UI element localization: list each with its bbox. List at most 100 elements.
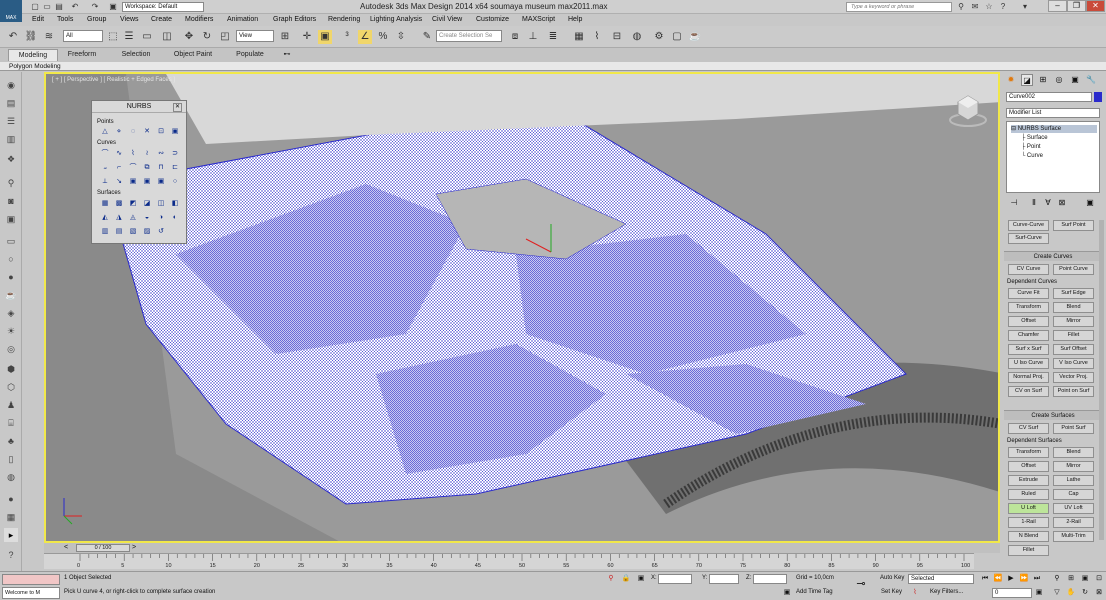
- new-file-icon[interactable]: ▢: [30, 2, 40, 12]
- offset-surface-icon[interactable]: ◫: [156, 199, 166, 209]
- bind-spacewarp-icon[interactable]: ≋: [42, 30, 56, 44]
- undo-icon[interactable]: ↶: [70, 2, 80, 12]
- lathe-surface-icon[interactable]: ◮: [114, 213, 124, 223]
- menu-lighting-analysis[interactable]: Lighting Analysis: [370, 15, 422, 25]
- dep-curve-button[interactable]: Mirror: [1053, 316, 1094, 327]
- dep-curve-button[interactable]: Surf Edge: [1053, 288, 1094, 299]
- fillet-surface-icon[interactable]: ↺: [156, 227, 166, 237]
- cv-surface-icon[interactable]: ▦: [100, 199, 110, 209]
- go-to-end-icon[interactable]: ⏭: [1032, 574, 1042, 584]
- make-unique-icon[interactable]: ∀: [1042, 197, 1054, 209]
- scale-icon[interactable]: ◰: [218, 30, 232, 44]
- teapot-icon[interactable]: ☕: [4, 288, 18, 302]
- door-icon[interactable]: ▯: [4, 452, 18, 466]
- rect-region-icon[interactable]: ▭: [140, 30, 154, 44]
- pin-stack-icon[interactable]: ⊣: [1008, 197, 1020, 209]
- help-search-input[interactable]: Type a keyword or phrase: [846, 2, 952, 12]
- dep-curve-button[interactable]: Transform: [1008, 302, 1049, 313]
- menu-edit[interactable]: Edit: [32, 15, 44, 25]
- window-crossing-icon[interactable]: ◫: [160, 30, 174, 44]
- default-in-out-icon[interactable]: ⌇: [910, 588, 920, 598]
- fit-curve-icon[interactable]: ⌇: [128, 149, 138, 159]
- absolute-mode-icon[interactable]: ▣: [636, 574, 646, 584]
- box-icon[interactable]: ▭: [4, 234, 18, 248]
- dep-surface-button[interactable]: N Blend: [1008, 531, 1049, 542]
- command-panel-scrollbar[interactable]: [1099, 220, 1104, 540]
- tab-object-paint[interactable]: Object Paint: [170, 49, 216, 61]
- camera-icon[interactable]: ◙: [4, 194, 18, 208]
- menu-create[interactable]: Create: [151, 15, 172, 25]
- y-coord-field[interactable]: [709, 574, 739, 584]
- save-file-icon[interactable]: ▤: [54, 2, 64, 12]
- keyboard-shortcut-icon[interactable]: ▣: [318, 30, 332, 44]
- dep-curve-button[interactable]: Offset: [1008, 316, 1049, 327]
- mirror-curve-icon[interactable]: ⟓: [100, 163, 110, 173]
- curve-curve-button[interactable]: Curve-Curve: [1008, 220, 1049, 231]
- selection-filter-dropdown[interactable]: All: [63, 30, 103, 42]
- stack-item-nurbs-surface[interactable]: ⊟ NURBS Surface: [1011, 125, 1097, 133]
- object-name-field[interactable]: Curve002: [1006, 92, 1092, 102]
- person-icon[interactable]: ♟: [4, 398, 18, 412]
- point-curve-icon[interactable]: ∿: [114, 149, 124, 159]
- orbit-icon[interactable]: ↻: [1080, 588, 1090, 598]
- info-dropdown-icon[interactable]: ▾: [1020, 2, 1030, 12]
- dep-curve-button[interactable]: Surf Offset: [1053, 344, 1094, 355]
- add-time-tag-icon[interactable]: ▣: [782, 588, 792, 598]
- dep-surface-button[interactable]: 2-Rail: [1053, 517, 1094, 528]
- rendered-frame-icon[interactable]: ▢: [670, 30, 684, 44]
- menu-maxscript[interactable]: MAXScript: [522, 15, 555, 25]
- play-icon[interactable]: ▶: [1006, 574, 1016, 584]
- angle-snap-icon[interactable]: ∠: [358, 30, 372, 44]
- cap-surface-icon[interactable]: ◒: [142, 213, 152, 223]
- menu-views[interactable]: Views: [120, 15, 139, 25]
- select-by-name-icon[interactable]: ☰: [122, 30, 136, 44]
- help-left-icon[interactable]: ?: [4, 548, 18, 562]
- dep-surface-button[interactable]: Blend: [1053, 447, 1094, 458]
- key-filters-button[interactable]: Key Filters...: [930, 588, 963, 597]
- dep-surface-button[interactable]: UV Loft: [1053, 503, 1094, 514]
- binoculars-icon[interactable]: ⚲: [956, 2, 966, 12]
- ball-icon[interactable]: ●: [4, 492, 18, 506]
- modify-tab-icon[interactable]: ◪: [1021, 74, 1033, 86]
- menu-customize[interactable]: Customize: [476, 15, 509, 25]
- hold-icon[interactable]: ▣: [108, 2, 118, 12]
- blend-curve-icon[interactable]: ∾: [156, 149, 166, 159]
- stack-item-curve[interactable]: └ Curve: [1021, 152, 1043, 160]
- help-icon[interactable]: ?: [998, 2, 1008, 12]
- named-selection-input[interactable]: Create Selection Se: [436, 30, 502, 42]
- time-config-icon[interactable]: ▣: [1034, 588, 1044, 598]
- dep-curve-button[interactable]: CV on Surf: [1008, 386, 1049, 397]
- z-coord-field[interactable]: [753, 574, 787, 584]
- dep-surface-button[interactable]: Lathe: [1053, 475, 1094, 486]
- prev-frame-icon[interactable]: <: [64, 543, 68, 553]
- mirror-surface-icon[interactable]: ◧: [170, 199, 180, 209]
- dep-surface-button[interactable]: Extrude: [1008, 475, 1049, 486]
- tree-icon[interactable]: ♣: [4, 434, 18, 448]
- menu-modifiers[interactable]: Modifiers: [185, 15, 213, 25]
- undo-toolbar-icon[interactable]: ↶: [6, 30, 20, 44]
- sphere-icon[interactable]: ●: [4, 270, 18, 284]
- offset-curve-icon[interactable]: ⊃: [170, 149, 180, 159]
- select-object-icon[interactable]: ⬚: [106, 30, 120, 44]
- dep-curve-button[interactable]: Point on Surf: [1053, 386, 1094, 397]
- minimize-button[interactable]: –: [1048, 0, 1067, 12]
- key-mode-dropdown[interactable]: Selected: [908, 574, 974, 584]
- track-bar[interactable]: 0 5 10 15 20 25 30 35 40 45 50 55 60 65 70 75 80 85 90 95 10…: [44, 553, 974, 569]
- point-surface-icon[interactable]: ▩: [114, 199, 124, 209]
- open-file-icon[interactable]: ▭: [42, 2, 52, 12]
- dep-surface-button[interactable]: Transform: [1008, 447, 1049, 458]
- dep-curve-button[interactable]: Blend: [1053, 302, 1094, 313]
- modifier-icon[interactable]: ⬡: [4, 380, 18, 394]
- surf-surf-curve-icon[interactable]: ⧉: [142, 163, 152, 173]
- material-editor-icon[interactable]: ◍: [630, 30, 644, 44]
- lock-selection-icon[interactable]: 🔒: [621, 574, 631, 584]
- surf-offset-curve-icon[interactable]: ▣: [156, 177, 166, 187]
- stairs-icon[interactable]: ⌸: [4, 416, 18, 430]
- align-icon[interactable]: ⊥: [526, 30, 540, 44]
- schematic-view-icon[interactable]: ⊟: [610, 30, 624, 44]
- dep-curve-button[interactable]: Surf x Surf: [1008, 344, 1049, 355]
- light-icon[interactable]: ◈: [4, 306, 18, 320]
- uv-loft-surface-icon[interactable]: ◐: [170, 213, 180, 223]
- configure-sets-icon[interactable]: ▣: [1084, 197, 1096, 209]
- tab-selection[interactable]: Selection: [116, 49, 156, 61]
